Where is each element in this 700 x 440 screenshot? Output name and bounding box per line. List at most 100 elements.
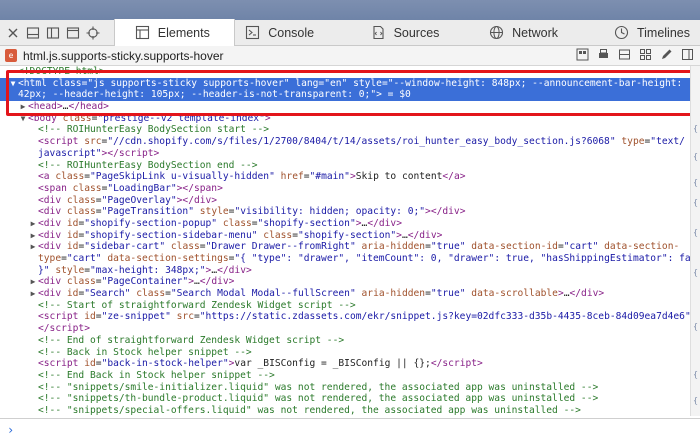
dom-node-line[interactable]: <span class="LoadingBar"></span> [0,183,690,195]
dom-node-markup: <!-- ROIHunterEasy BodySection end --> [38,159,258,171]
dom-node-line[interactable]: <!-- ROIHunterEasy BodySection start --> [0,124,690,136]
dom-node-line[interactable]: <!-- "snippets/th-bundle-product.liquid"… [0,393,690,405]
dom-node-line[interactable]: <div class="PageOverlay"></div> [0,195,690,207]
console-prompt-icon: › [7,422,15,437]
dom-node-line[interactable]: <!-- "snippets/special-offers.liquid" wa… [0,405,690,416]
dom-node-markup: <!-- "snippets/smile-initializer.liquid"… [38,381,599,393]
dom-node-markup: <div id="shopify-section-sidebar-menu" c… [38,229,443,241]
window-titlebar-strip [0,0,700,20]
dom-node-line[interactable]: ▶ <div class="PageContainer">…</div> [0,276,690,288]
dom-node-markup: <div id="sidebar-cart" class="Drawer Dra… [38,241,680,253]
tab-sources[interactable]: Sources [349,20,468,46]
dom-tree: <!DOCTYPE html> ▼ <html class="js supports… [0,66,690,416]
dom-node-markup: <!-- "snippets/th-bundle-product.liquid"… [38,393,599,405]
dom-node-markup: <div class="PageOverlay"></div> [38,194,218,206]
path-tools [576,48,694,61]
devtools-toolbar: Elements Console Sources Network Timelin… [0,19,700,46]
dom-node-markup: <!-- ROIHunterEasy BodySection start --> [38,124,270,136]
collapse-arrow-icon[interactable]: ▶ [28,218,38,230]
tab-label: Elements [157,25,210,40]
collapse-arrow-icon[interactable]: ▶ [28,230,38,242]
dom-node-markup: <a class="PageSkipLink u-visually-hidden… [38,171,466,183]
network-icon [490,25,504,40]
gutter-marker: { [693,178,698,187]
pencil-icon[interactable] [660,48,673,61]
dom-node-markup: <!-- End of straightforward Zendesk Widg… [38,334,345,346]
print-icon[interactable] [597,48,610,61]
dom-node-line[interactable]: javascript"></script> [0,148,690,160]
dom-node-line[interactable]: <a class="PageSkipLink u-visually-hidden… [0,171,690,183]
dom-node-markup: <div id="Search" class="Search Modal Mod… [38,288,605,300]
dom-node-line[interactable]: <!-- Start of straightforward Zendesk Wi… [0,300,690,312]
dom-node-markup: <div id="shopify-section-popup" class="s… [38,217,402,229]
tab-label: Timelines [636,25,690,40]
dom-node-markup: javascript"></script> [38,147,160,159]
timelines-icon [614,25,629,40]
dom-node-line[interactable]: </script> [0,323,690,335]
console-input-bar[interactable]: › [0,418,700,440]
tab-label: Sources [393,25,440,40]
gutter-marker: { [693,124,698,133]
layers-icon[interactable] [618,48,631,61]
dom-node-markup: <span class="LoadingBar"></span> [38,182,223,194]
gutter-marker: { [693,268,698,277]
dom-node-line[interactable]: <!-- End Back in Stock helper snippet --… [0,370,690,382]
dom-node-line[interactable]: ▶ <div id="shopify-section-popup" class="… [0,218,690,230]
sources-icon [373,25,384,40]
dom-node-markup: <script id="ze-snippet" src="https://sta… [38,311,690,323]
dom-node-line[interactable]: ▶ <div id="Search" class="Search Modal Mo… [0,288,690,300]
sidebar-toggle-icon[interactable] [681,48,694,61]
dom-node-line[interactable]: <!-- Back in Stock helper snippet --> [0,347,690,359]
gutter-marker: { [693,198,698,207]
dom-node-line[interactable]: <!-- End of straightforward Zendesk Widg… [0,335,690,347]
right-scroll-gutter[interactable]: { { { { { { { { { [690,66,700,416]
dom-node-markup: <script src="//cdn.shopify.com/s/files/1… [38,136,685,148]
dom-node-markup: }" style="max-height: 348px;">…</div> [38,264,252,276]
undock-window-icon[interactable] [66,26,80,40]
tab-label: Console [268,25,315,40]
dom-node-markup: <div class="PageTransition" style="visib… [38,206,466,218]
dock-side-icon[interactable] [46,26,60,40]
dom-node-line[interactable]: <script id="ze-snippet" src="https://sta… [0,311,690,323]
grid-icon[interactable] [639,48,652,61]
dom-node-line[interactable]: <!-- "snippets/smile-initializer.liquid"… [0,382,690,394]
dom-node-line[interactable]: <!-- ROIHunterEasy BodySection end --> [0,160,690,172]
dom-node-markup: <!-- End Back in Stock helper snippet --… [38,369,275,381]
dom-node-line[interactable]: <div class="PageTransition" style="visib… [0,206,690,218]
dom-node-line[interactable]: }" style="max-height: 348px;">…</div> [0,265,690,277]
toolbar-icon-group [0,26,114,40]
gutter-marker: { [693,370,698,379]
layout-grid-icon[interactable] [576,48,589,61]
elements-icon [135,25,149,40]
dom-node-markup: <!-- "snippets/special-offers.liquid" wa… [38,404,581,416]
annotation-highlight-box [6,70,694,116]
tab-elements[interactable]: Elements [113,19,236,46]
dom-node-line[interactable]: ▶ <div id="sidebar-cart" class="Drawer Dr… [0,241,690,253]
dom-node-markup: </script> [38,323,90,335]
tab-network[interactable]: Network [467,20,580,46]
dom-node-markup: <!-- Start of straightforward Zendesk Wi… [38,299,356,311]
tab-timelines[interactable]: Timelines [580,20,700,46]
dom-node-line[interactable]: type="cart" data-section-settings="{ "ty… [0,253,690,265]
dom-node-line[interactable]: ▶ <div id="shopify-section-sidebar-menu" … [0,230,690,242]
dom-node-markup: <script id="back-in-stock-helper">var _B… [38,358,483,370]
dom-node-markup: <div class="PageContainer">…</div> [38,276,235,288]
gutter-marker: { [693,322,698,331]
tab-console[interactable]: Console [235,20,348,46]
dom-node-markup: <!-- Back in Stock helper snippet --> [38,346,252,358]
html-file-icon: e [5,49,17,62]
inspect-crosshair-icon[interactable] [86,26,100,40]
gutter-marker: { [693,228,698,237]
dom-node-markup: type="cart" data-section-settings="{ "ty… [38,253,690,264]
collapse-arrow-icon[interactable]: ▶ [28,241,38,253]
dom-node-line[interactable]: <script src="//cdn.shopify.com/s/files/1… [0,136,690,148]
breadcrumb[interactable]: html.js.supports-sticky.supports-hover [23,49,224,63]
console-icon [246,25,260,40]
close-icon[interactable] [6,26,20,40]
collapse-arrow-icon[interactable]: ▶ [28,288,38,300]
dock-bottom-icon[interactable] [26,26,40,40]
collapse-arrow-icon[interactable]: ▶ [28,276,38,288]
tab-label: Network [512,25,558,40]
dom-node-line[interactable]: <script id="back-in-stock-helper">var _B… [0,358,690,370]
gutter-marker: { [693,396,698,405]
